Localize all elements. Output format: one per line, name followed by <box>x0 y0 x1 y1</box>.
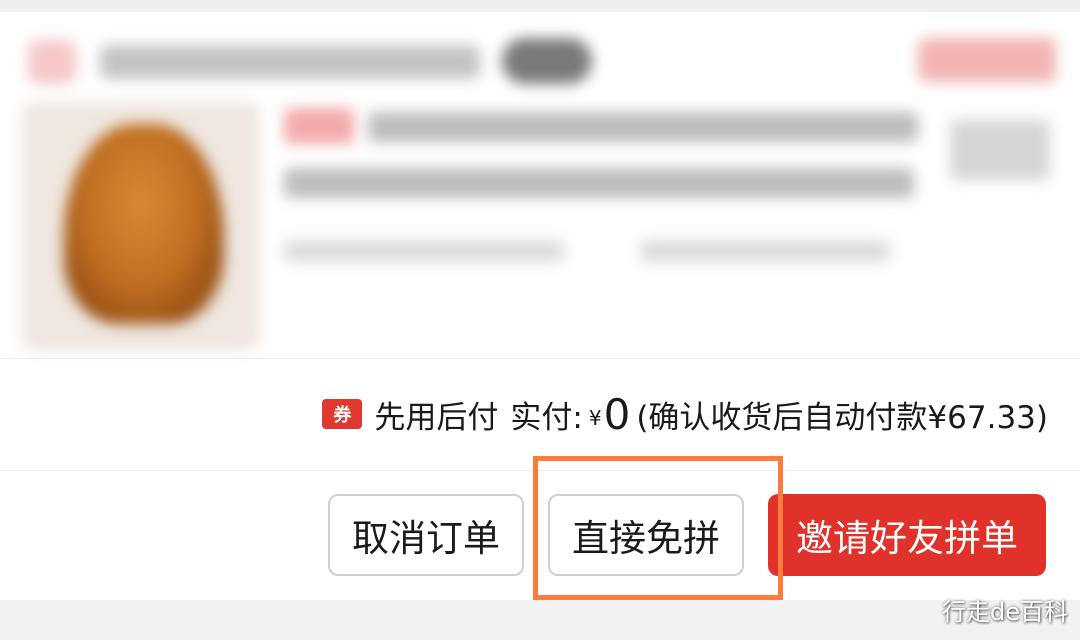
bread-image <box>64 124 224 324</box>
product-spec-blurred <box>640 240 890 262</box>
product-image[interactable] <box>22 102 260 350</box>
watermark: 行走de百科 <box>942 598 1068 626</box>
payment-summary: 券 先用后付 实付: ¥ 0 (确认收货后自动付款¥67.33) <box>322 386 1048 442</box>
auto-pay-note: (确认收货后自动付款¥67.33) <box>636 399 1048 436</box>
coupon-icon: 券 <box>322 399 363 429</box>
cancel-order-button[interactable]: 取消订单 <box>328 494 524 576</box>
currency-symbol: ¥ <box>588 406 602 430</box>
order-status-blurred <box>918 38 1056 82</box>
invite-friends-group-button[interactable]: 邀请好友拼单 <box>768 494 1046 576</box>
store-name-blurred <box>100 45 480 79</box>
promo-tag-blurred <box>284 108 354 144</box>
product-title-blurred <box>368 112 918 142</box>
top-strip <box>0 0 1080 12</box>
divider <box>0 470 1080 471</box>
product-title-blurred <box>284 168 914 198</box>
store-logo <box>28 40 76 84</box>
paid-amount: 0 <box>603 389 631 439</box>
store-chip-blurred <box>502 38 592 84</box>
direct-no-group-button[interactable]: 直接免拼 <box>548 494 744 576</box>
divider <box>0 358 1080 359</box>
paid-label: 实付: <box>510 399 583 436</box>
bottom-area <box>0 600 1080 640</box>
product-price-blurred <box>950 120 1050 180</box>
payment-method-label: 先用后付 <box>374 399 499 436</box>
product-spec-blurred <box>284 240 564 262</box>
